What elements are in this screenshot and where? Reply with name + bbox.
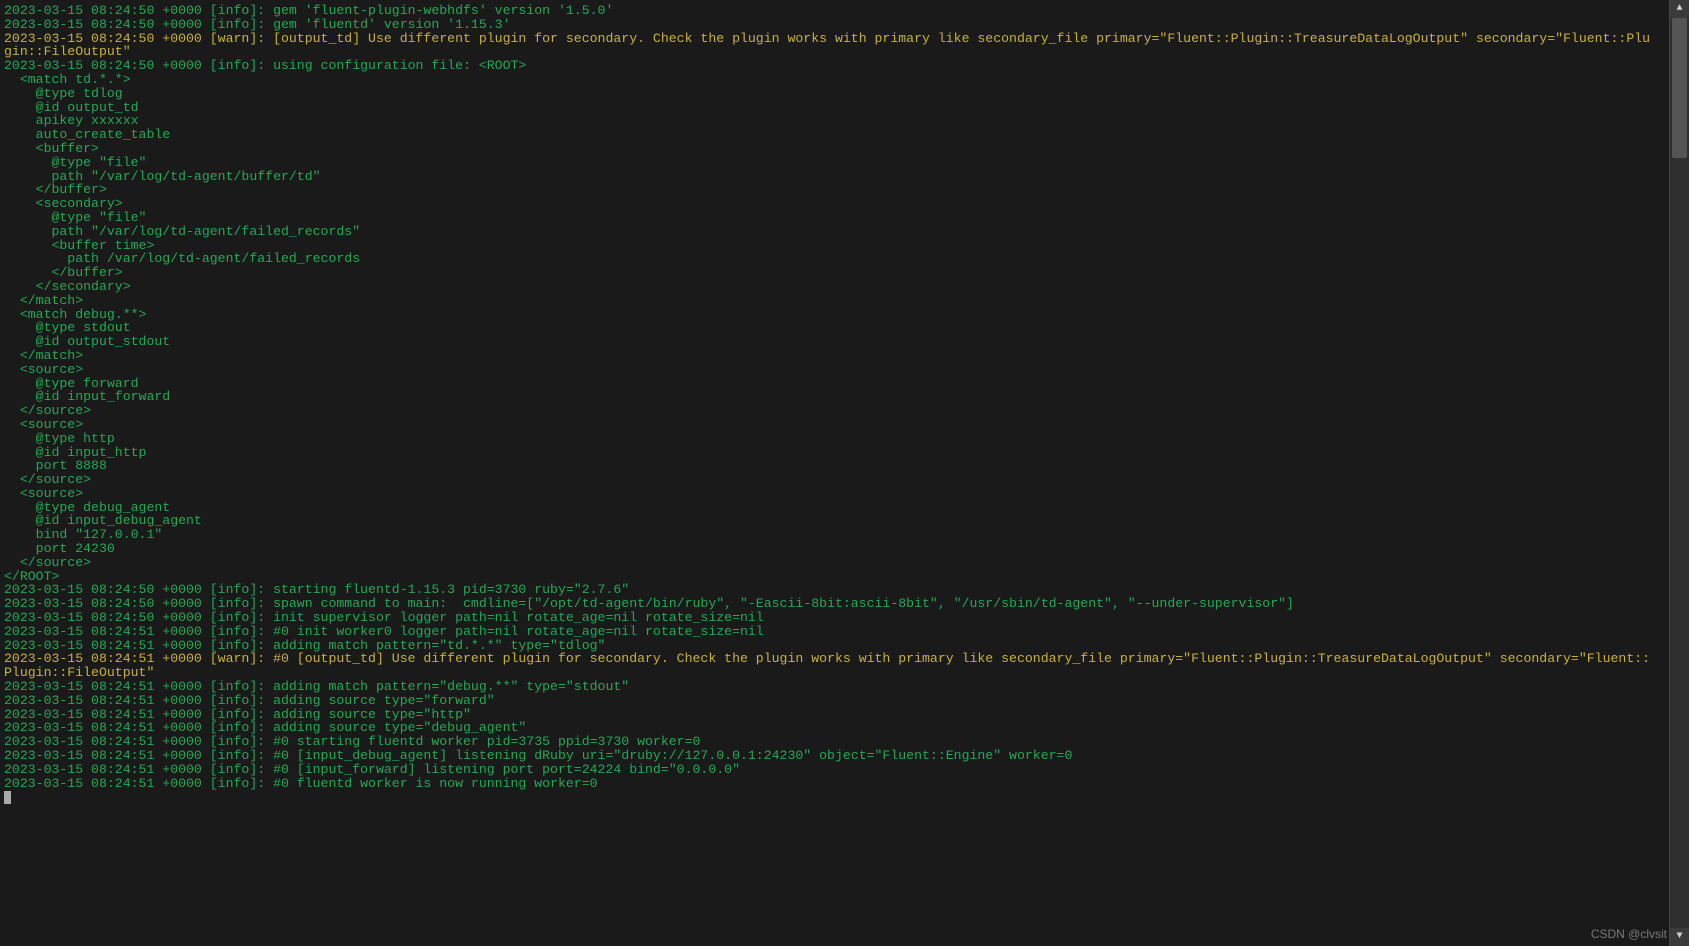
log-line: </buffer> [4,183,1666,197]
log-line: </buffer> [4,266,1666,280]
log-line: </secondary> [4,280,1666,294]
log-line: </source> [4,404,1666,418]
log-line: path "/var/log/td-agent/buffer/td" [4,170,1666,184]
log-line: 2023-03-15 08:24:50 +0000 [info]: gem 'f… [4,18,1666,32]
log-line: @type stdout [4,321,1666,335]
log-line: auto_create_table [4,128,1666,142]
log-line: @type "file" [4,156,1666,170]
log-line: 2023-03-15 08:24:51 +0000 [info]: adding… [4,708,1666,722]
log-line: 2023-03-15 08:24:51 +0000 [warn]: #0 [ou… [4,652,1666,666]
log-line: port 24230 [4,542,1666,556]
log-line: port 8888 [4,459,1666,473]
log-line: </match> [4,294,1666,308]
log-line: </ROOT> [4,570,1666,584]
log-line: 2023-03-15 08:24:51 +0000 [info]: adding… [4,694,1666,708]
log-line: @id output_td [4,101,1666,115]
cursor [4,791,11,804]
log-line: Plugin::FileOutput" [4,666,1666,680]
log-line: path /var/log/td-agent/failed_records [4,252,1666,266]
log-line: <match debug.**> [4,308,1666,322]
log-line: 2023-03-15 08:24:50 +0000 [warn]: [outpu… [4,32,1666,46]
log-line: <buffer> [4,142,1666,156]
log-line: <match td.*.*> [4,73,1666,87]
log-line: @id input_http [4,446,1666,460]
log-line: @type forward [4,377,1666,391]
log-line: <source> [4,363,1666,377]
log-line: 2023-03-15 08:24:51 +0000 [info]: adding… [4,639,1666,653]
log-line: bind "127.0.0.1" [4,528,1666,542]
log-line: </source> [4,473,1666,487]
log-line: path "/var/log/td-agent/failed_records" [4,225,1666,239]
log-line: @type debug_agent [4,501,1666,515]
log-line: </source> [4,556,1666,570]
scroll-down-button[interactable]: ▼ [1670,928,1689,946]
log-line: @id input_debug_agent [4,514,1666,528]
log-line: </match> [4,349,1666,363]
log-line: 2023-03-15 08:24:51 +0000 [info]: #0 [in… [4,749,1666,763]
log-line: <secondary> [4,197,1666,211]
log-line: apikey xxxxxx [4,114,1666,128]
log-line: @type "file" [4,211,1666,225]
log-line: 2023-03-15 08:24:51 +0000 [info]: #0 sta… [4,735,1666,749]
log-line: @id output_stdout [4,335,1666,349]
log-line: <source> [4,487,1666,501]
log-line: 2023-03-15 08:24:50 +0000 [info]: init s… [4,611,1666,625]
scrollbar-thumb[interactable] [1672,18,1687,158]
log-line: @type tdlog [4,87,1666,101]
log-line: gin::FileOutput" [4,45,1666,59]
log-line: <source> [4,418,1666,432]
scroll-up-button[interactable]: ▲ [1670,0,1689,18]
log-line: @type http [4,432,1666,446]
log-line: 2023-03-15 08:24:51 +0000 [info]: adding… [4,680,1666,694]
watermark-text: CSDN @clvsit [1591,928,1667,942]
log-line: <buffer time> [4,239,1666,253]
log-line: 2023-03-15 08:24:50 +0000 [info]: starti… [4,583,1666,597]
terminal-output[interactable]: 2023-03-15 08:24:50 +0000 [info]: gem 'f… [0,0,1670,946]
scrollbar-track[interactable] [1670,18,1689,928]
log-line: 2023-03-15 08:24:51 +0000 [info]: #0 flu… [4,777,1666,791]
log-line: 2023-03-15 08:24:51 +0000 [info]: adding… [4,721,1666,735]
log-line: 2023-03-15 08:24:50 +0000 [info]: spawn … [4,597,1666,611]
log-line: 2023-03-15 08:24:50 +0000 [info]: using … [4,59,1666,73]
log-line: 2023-03-15 08:24:50 +0000 [info]: gem 'f… [4,4,1666,18]
log-line: @id input_forward [4,390,1666,404]
cursor-line [4,790,1666,804]
log-line: 2023-03-15 08:24:51 +0000 [info]: #0 [in… [4,763,1666,777]
log-line: 2023-03-15 08:24:51 +0000 [info]: #0 ini… [4,625,1666,639]
scrollbar[interactable]: ▲ ▼ [1669,0,1689,946]
